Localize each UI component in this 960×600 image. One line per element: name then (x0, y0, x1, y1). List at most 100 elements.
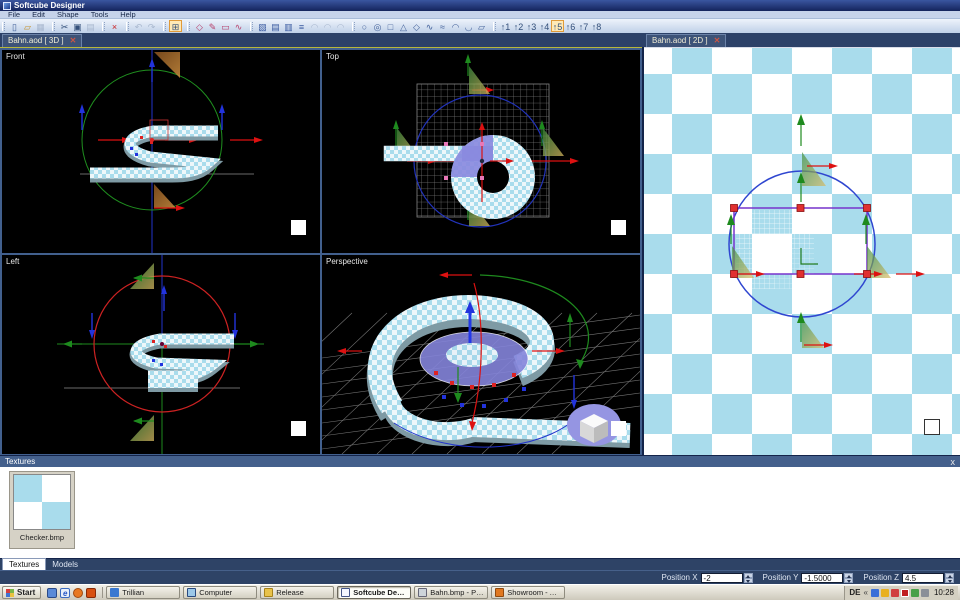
menu-file[interactable]: File (2, 11, 26, 19)
tab-bahn-3d-label: Bahn.aod [ 3D ] (8, 35, 64, 47)
viewport-maximize-button[interactable] (291, 421, 306, 436)
2d-document-window[interactable] (644, 47, 960, 455)
messenger-icon[interactable] (891, 589, 899, 597)
2d-canvas[interactable] (644, 48, 960, 455)
chevron-icon[interactable]: « (864, 588, 868, 597)
menu-shape[interactable]: Shape (51, 11, 85, 19)
antivirus-icon[interactable] (901, 589, 909, 597)
application-window: Softcube Designer FileEditShapeToolsHelp… (0, 0, 960, 600)
shield-icon[interactable] (871, 589, 879, 597)
left-viewport-canvas[interactable] (2, 255, 320, 454)
position-z-input[interactable]: 4.5 (902, 573, 944, 583)
view-preset-7-icon[interactable]: ↑7 (577, 20, 590, 32)
menu-help[interactable]: Help (114, 11, 141, 19)
viewport-maximize-button[interactable] (611, 220, 626, 235)
align-tool-icon[interactable]: ≡ (295, 20, 308, 32)
task-release[interactable]: Release (260, 586, 334, 599)
toolbar-group-8: ○◎□△◇∿≈◠◡▱ (351, 20, 488, 32)
viewport-left[interactable]: Left (2, 255, 320, 454)
array-tool-icon[interactable]: ▤ (269, 20, 282, 32)
view-preset-8-icon[interactable]: ↑8 (590, 20, 603, 32)
position-x-input[interactable]: -2 (701, 573, 743, 583)
smooth-tool-icon[interactable]: ≈ (436, 20, 449, 32)
window-title: Softcube Designer (14, 1, 85, 11)
grid-layout-icon[interactable]: ⊞ (169, 20, 182, 32)
view-preset-3-icon[interactable]: ↑3 (525, 20, 538, 32)
network-icon[interactable] (911, 589, 919, 597)
start-button[interactable]: Start (2, 586, 41, 599)
view-preset-6-icon[interactable]: ↑6 (564, 20, 577, 32)
task-paint[interactable]: Bahn.bmp - Paint (414, 586, 488, 599)
task-showroom[interactable]: Showroom - Aktuelle Arb... (491, 586, 565, 599)
task-trillian[interactable]: Trillian (106, 586, 180, 599)
shape-cone-icon[interactable]: △ (397, 20, 410, 32)
media-player-icon[interactable] (86, 588, 96, 598)
plane-tool-icon[interactable]: ▱ (475, 20, 488, 32)
tab-bahn-3d[interactable]: Bahn.aod [ 3D ] ✕ (2, 34, 82, 47)
cut-icon[interactable]: ✂ (58, 20, 71, 32)
texture-item[interactable]: Checker.bmp (9, 471, 75, 549)
new-file-icon[interactable]: ▯ (8, 20, 21, 32)
menu-edit[interactable]: Edit (26, 11, 51, 19)
view-preset-2-icon[interactable]: ↑2 (512, 20, 525, 32)
shape-box-icon[interactable]: □ (384, 20, 397, 32)
arc-tool-2-icon: ◠ (321, 20, 334, 32)
task-label: Computer (199, 588, 232, 597)
shape-sphere-icon[interactable]: ○ (358, 20, 371, 32)
viewport-maximize-button[interactable] (924, 419, 940, 435)
viewport-top[interactable]: Top (322, 50, 640, 253)
viewport-maximize-button[interactable] (611, 421, 626, 436)
arc-up-tool-icon[interactable]: ◠ (449, 20, 462, 32)
textures-panel: Checker.bmp (0, 467, 960, 558)
copy-icon[interactable]: ▣ (71, 20, 84, 32)
position-y-input[interactable]: -1.5000 (801, 573, 843, 583)
position-z-spinner[interactable] (945, 573, 954, 583)
volume-icon[interactable] (921, 589, 929, 597)
position-x-spin-down[interactable] (744, 578, 753, 583)
tab-textures[interactable]: Textures (2, 558, 46, 570)
tab-models[interactable]: Models (46, 559, 84, 570)
top-viewport-canvas[interactable] (322, 50, 640, 253)
quick-launch: e (47, 588, 96, 598)
position-z-spin-down[interactable] (945, 578, 954, 583)
close-tab-icon[interactable]: ✕ (714, 35, 721, 47)
wave-tool-icon[interactable]: ∿ (423, 20, 436, 32)
menu-tools[interactable]: Tools (85, 11, 115, 19)
front-viewport-canvas[interactable] (2, 50, 320, 253)
position-y-spinner[interactable] (844, 573, 853, 583)
position-x-label: Position X (662, 573, 698, 582)
view-preset-1-icon[interactable]: ↑1 (499, 20, 512, 32)
title-bar: Softcube Designer (0, 0, 960, 11)
shape-torus-icon[interactable]: ◎ (371, 20, 384, 32)
task-computer[interactable]: Computer (183, 586, 257, 599)
pen-tool-icon[interactable]: ✎ (206, 20, 219, 32)
viewport-maximize-button[interactable] (291, 220, 306, 235)
polygon-tool-icon[interactable]: ◇ (193, 20, 206, 32)
view-preset-5-icon[interactable]: ↑5 (551, 20, 564, 32)
task-softcube[interactable]: Softcube Designer (337, 586, 411, 599)
tab-bahn-2d[interactable]: Bahn.aod [ 2D ] ✕ (646, 34, 726, 47)
toolbar-grip (2, 22, 5, 31)
position-y-spin-down[interactable] (844, 578, 853, 583)
perspective-viewport-canvas[interactable] (322, 255, 640, 454)
curve-tool-icon[interactable]: ∿ (232, 20, 245, 32)
internet-explorer-icon[interactable]: e (60, 588, 70, 598)
viewport-front[interactable]: Front (2, 50, 320, 253)
task-label: Bahn.bmp - Paint (430, 588, 484, 597)
show-desktop-icon[interactable] (47, 588, 57, 598)
firefox-icon[interactable] (73, 588, 83, 598)
delete-icon[interactable]: × (108, 20, 121, 32)
close-tab-icon[interactable]: ✕ (70, 35, 77, 47)
close-panel-icon[interactable]: x (951, 457, 956, 467)
update-icon[interactable] (881, 589, 889, 597)
language-indicator[interactable]: DE (849, 588, 860, 597)
shape-prism-icon[interactable]: ◇ (410, 20, 423, 32)
open-folder-icon[interactable]: ▱ (21, 20, 34, 32)
position-x-spinner[interactable] (744, 573, 753, 583)
mirror-tool-icon[interactable]: ▥ (282, 20, 295, 32)
viewport-perspective[interactable]: Perspective (322, 255, 640, 454)
extrude-tool-icon[interactable]: ▧ (256, 20, 269, 32)
arc-down-tool-icon[interactable]: ◡ (462, 20, 475, 32)
rect-tool-icon[interactable]: ▭ (219, 20, 232, 32)
view-preset-4-icon[interactable]: ↑4 (538, 20, 551, 32)
